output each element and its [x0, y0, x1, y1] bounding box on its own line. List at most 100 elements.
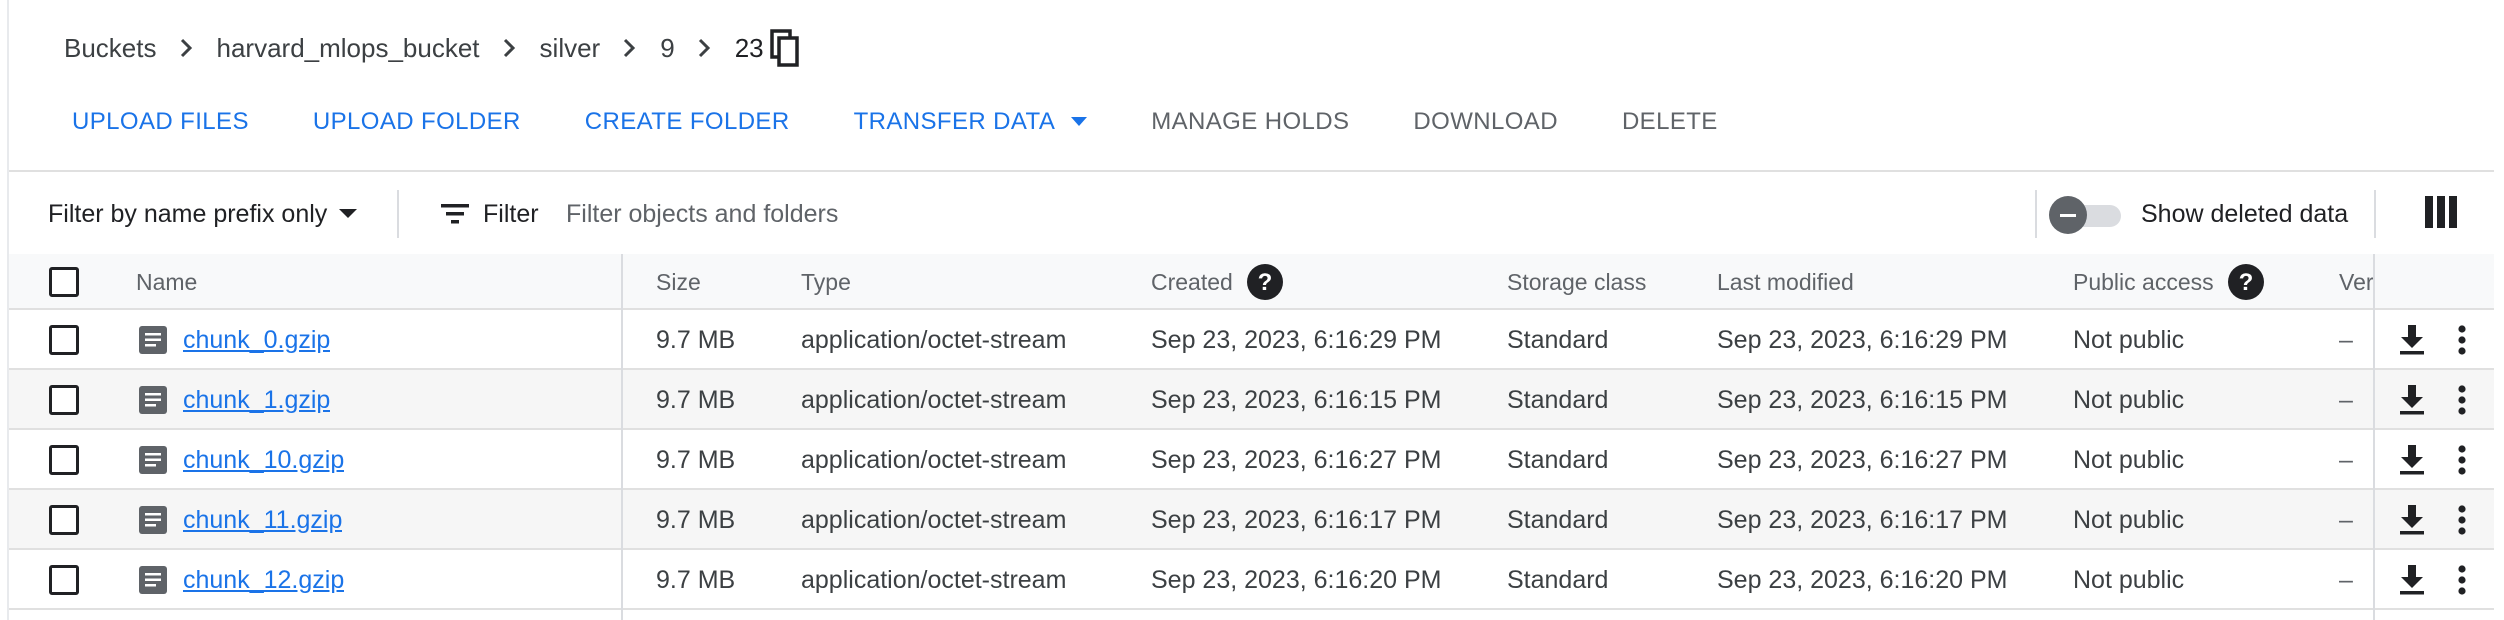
- file-name-link[interactable]: chunk_11.gzip: [183, 506, 342, 535]
- more-vert-icon[interactable]: [2458, 505, 2466, 535]
- col-header-type[interactable]: Type: [801, 254, 851, 310]
- file-last-modified: Sep 23, 2023, 6:16:29 PM: [1717, 325, 2008, 354]
- filter-bar: Filter by name prefix only Filter Filter…: [9, 174, 2494, 252]
- svg-text:?: ?: [1257, 269, 1272, 296]
- file-created: Sep 23, 2023, 6:16:15 PM: [1151, 385, 1442, 414]
- download-icon[interactable]: [2398, 385, 2426, 415]
- column-divider: [621, 254, 623, 620]
- file-version: –: [2339, 385, 2353, 414]
- caret-down-icon: [1071, 117, 1088, 127]
- row-checkbox[interactable]: [49, 505, 79, 535]
- table-row[interactable]: chunk_11.gzip 9.7 MB application/octet-s…: [9, 490, 2494, 550]
- file-public-access: Not public: [2073, 325, 2185, 354]
- filter-label[interactable]: Filter: [441, 194, 539, 234]
- col-header-name[interactable]: Name: [136, 254, 197, 310]
- file-name-link[interactable]: chunk_10.gzip: [183, 446, 344, 475]
- table-row[interactable]: chunk_12.gzip 9.7 MB application/octet-s…: [9, 550, 2494, 610]
- file-document-icon: [139, 326, 167, 354]
- file-storage-class: Standard: [1507, 385, 1609, 414]
- file-version: –: [2339, 445, 2353, 474]
- file-name-link[interactable]: chunk_12.gzip: [183, 566, 344, 595]
- chevron-right-icon: [179, 37, 193, 59]
- chevron-right-icon: [622, 37, 636, 59]
- filter-list-icon: [441, 204, 469, 224]
- file-public-access: Not public: [2073, 445, 2185, 474]
- download-icon[interactable]: [2398, 325, 2426, 355]
- svg-text:?: ?: [2238, 269, 2253, 296]
- upload-folder-button[interactable]: UPLOAD FOLDER: [313, 108, 521, 136]
- row-checkbox[interactable]: [49, 565, 79, 595]
- upload-files-button[interactable]: UPLOAD FILES: [72, 108, 249, 136]
- file-version: –: [2339, 325, 2353, 354]
- toggle-switch[interactable]: [2049, 196, 2125, 234]
- transfer-data-button[interactable]: TRANSFER DATA: [854, 108, 1088, 136]
- file-document-icon: [139, 566, 167, 594]
- download-icon[interactable]: [2398, 445, 2426, 475]
- file-size: 9.7 MB: [656, 565, 736, 594]
- file-document-icon: [139, 386, 167, 414]
- row-checkbox[interactable]: [49, 385, 79, 415]
- column-divider: [2373, 254, 2375, 620]
- table-header: Name Size Type Created ? Storage class L…: [9, 254, 2494, 310]
- file-name-link[interactable]: chunk_1.gzip: [183, 386, 330, 415]
- filter-label-text: Filter: [483, 199, 539, 228]
- file-last-modified: Sep 23, 2023, 6:16:20 PM: [1717, 565, 2008, 594]
- select-all-checkbox[interactable]: [49, 267, 79, 297]
- col-header-last-modified[interactable]: Last modified: [1717, 254, 1854, 310]
- more-vert-icon[interactable]: [2458, 325, 2466, 355]
- cloud-storage-bucket-browser: Buckets harvard_mlops_bucket silver 9 23…: [0, 0, 2504, 620]
- column-view-icon[interactable]: [2425, 196, 2457, 228]
- table-body: chunk_0.gzip 9.7 MB application/octet-st…: [9, 310, 2494, 610]
- more-vert-icon[interactable]: [2458, 445, 2466, 475]
- file-document-icon: [139, 506, 167, 534]
- chevron-right-icon: [502, 37, 516, 59]
- divider: [2374, 190, 2376, 238]
- objects-table: Name Size Type Created ? Storage class L…: [9, 254, 2494, 610]
- file-public-access: Not public: [2073, 385, 2185, 414]
- row-checkbox[interactable]: [49, 325, 79, 355]
- more-vert-icon[interactable]: [2458, 385, 2466, 415]
- help-circle-icon[interactable]: ?: [2227, 264, 2264, 300]
- col-header-public-access[interactable]: Public access ?: [2073, 254, 2264, 310]
- col-header-public-access-label: Public access: [2073, 268, 2214, 295]
- copy-icon[interactable]: [769, 29, 800, 67]
- col-header-size[interactable]: Size: [656, 254, 701, 310]
- col-header-storage-class[interactable]: Storage class: [1507, 254, 1646, 310]
- manage-holds-button[interactable]: MANAGE HOLDS: [1151, 108, 1349, 136]
- divider: [397, 190, 399, 238]
- breadcrumb-bucket[interactable]: harvard_mlops_bucket: [217, 33, 480, 64]
- download-icon[interactable]: [2398, 505, 2426, 535]
- file-storage-class: Standard: [1507, 565, 1609, 594]
- action-toolbar: UPLOAD FILES UPLOAD FOLDER CREATE FOLDER…: [72, 100, 1782, 144]
- col-header-created[interactable]: Created ?: [1151, 254, 1283, 310]
- file-version: –: [2339, 565, 2353, 594]
- file-name-link[interactable]: chunk_0.gzip: [183, 326, 330, 355]
- breadcrumb-folder-9[interactable]: 9: [660, 33, 674, 64]
- filter-mode-select[interactable]: Filter by name prefix only: [48, 194, 358, 234]
- filter-input[interactable]: [566, 194, 1266, 234]
- file-public-access: Not public: [2073, 565, 2185, 594]
- file-storage-class: Standard: [1507, 445, 1609, 474]
- caret-down-icon: [339, 209, 358, 219]
- show-deleted-label: Show deleted data: [2141, 199, 2349, 228]
- breadcrumb: Buckets harvard_mlops_bucket silver 9 23: [64, 24, 800, 72]
- more-vert-icon[interactable]: [2458, 565, 2466, 595]
- table-row[interactable]: chunk_1.gzip 9.7 MB application/octet-st…: [9, 370, 2494, 430]
- file-created: Sep 23, 2023, 6:16:20 PM: [1151, 565, 1442, 594]
- breadcrumb-folder-silver[interactable]: silver: [540, 33, 601, 64]
- breadcrumb-buckets[interactable]: Buckets: [64, 33, 157, 64]
- delete-button[interactable]: DELETE: [1622, 108, 1718, 136]
- file-size: 9.7 MB: [656, 445, 736, 474]
- create-folder-button[interactable]: CREATE FOLDER: [585, 108, 790, 136]
- show-deleted-toggle[interactable]: Show deleted data: [2049, 192, 2348, 236]
- file-public-access: Not public: [2073, 505, 2185, 534]
- table-row[interactable]: chunk_10.gzip 9.7 MB application/octet-s…: [9, 430, 2494, 490]
- table-row[interactable]: chunk_0.gzip 9.7 MB application/octet-st…: [9, 310, 2494, 370]
- row-checkbox[interactable]: [49, 445, 79, 475]
- divider: [2035, 190, 2037, 238]
- download-button[interactable]: DOWNLOAD: [1413, 108, 1558, 136]
- divider: [9, 170, 2494, 172]
- help-circle-icon[interactable]: ?: [1246, 264, 1283, 300]
- download-icon[interactable]: [2398, 565, 2426, 595]
- file-type: application/octet-stream: [801, 505, 1067, 534]
